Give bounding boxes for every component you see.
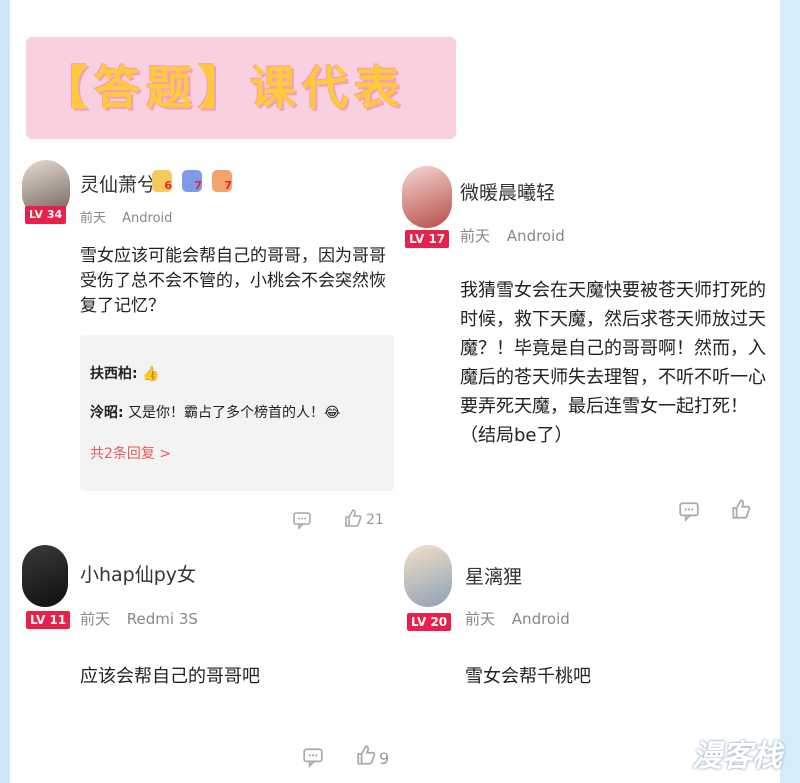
comment-text: 我猜雪女会在天魔快要被苍天师打死的时候，救下天魔，然后求苍天师放过天魔？！毕竟是… xyxy=(460,280,766,446)
comment-icon[interactable] xyxy=(292,510,312,530)
medal-icon: 6 xyxy=(152,170,172,192)
comment-icon[interactable] xyxy=(302,746,324,768)
watermark-logo: 漫客栈 xyxy=(692,739,782,774)
page-title: 【答题】课代表 xyxy=(42,61,406,115)
medal-icon: 7 xyxy=(182,170,202,192)
reply-item: 扶西柏: 👍 xyxy=(90,363,160,383)
comment-text: 雪女会帮千桃吧 xyxy=(465,666,591,687)
avatar[interactable] xyxy=(402,166,452,228)
device: Redmi 3S xyxy=(126,610,198,628)
comment-text: 雪女应该可能会帮自己的哥哥，因为哥哥受伤了总不会不管的，小桃会不会突然恢复了记忆… xyxy=(80,246,386,316)
reply-text: 又是你！霸占了多个榜首的人！😂 xyxy=(128,405,341,421)
comment-meta: 前天 Android xyxy=(80,207,172,226)
reply-user[interactable]: 泠昭: xyxy=(90,405,124,421)
timestamp: 前天 xyxy=(80,610,111,628)
comment-meta: 前天 Android xyxy=(460,225,565,246)
like-count: 9 xyxy=(379,749,390,768)
like-icon[interactable] xyxy=(730,498,752,520)
comment-icon[interactable] xyxy=(678,500,700,522)
username[interactable]: 微暖晨曦轻 xyxy=(460,178,555,205)
level-badge: LV 17 xyxy=(405,230,450,248)
username[interactable]: 灵仙萧兮 xyxy=(80,170,156,197)
device: Android xyxy=(511,610,570,628)
level-badge: LV 20 xyxy=(407,613,452,631)
timestamp: 前天 xyxy=(465,610,496,628)
timestamp: 前天 xyxy=(460,227,491,245)
right-edge-decoration xyxy=(780,0,800,783)
device: Android xyxy=(122,211,173,226)
medal-icon: 7 xyxy=(212,170,232,192)
more-replies-link[interactable]: 共2条回复 > xyxy=(90,443,171,463)
like-icon[interactable] xyxy=(355,744,377,766)
reply-box: 扶西柏: 👍 泠昭: 又是你！霸占了多个榜首的人！😂 共2条回复 > xyxy=(80,335,394,491)
reply-item: 泠昭: 又是你！霸占了多个榜首的人！😂 xyxy=(90,402,340,422)
timestamp: 前天 xyxy=(80,211,107,226)
username[interactable]: 小hap仙py女 xyxy=(80,560,196,587)
level-badge: LV 11 xyxy=(26,611,71,629)
like-count: 21 xyxy=(366,512,384,528)
level-badge: LV 34 xyxy=(25,206,67,224)
device: Android xyxy=(506,227,565,245)
comment-meta: 前天 Android xyxy=(465,608,570,629)
comment-text: 应该会帮自己的哥哥吧 xyxy=(80,666,260,687)
comment-meta: 前天 Redmi 3S xyxy=(80,608,198,629)
avatar[interactable] xyxy=(404,545,452,607)
username[interactable]: 星漓狸 xyxy=(465,562,522,589)
like-icon[interactable] xyxy=(343,508,363,528)
avatar[interactable] xyxy=(22,545,68,607)
reply-text: 👍 xyxy=(142,366,160,382)
reply-user[interactable]: 扶西柏: xyxy=(90,366,138,382)
